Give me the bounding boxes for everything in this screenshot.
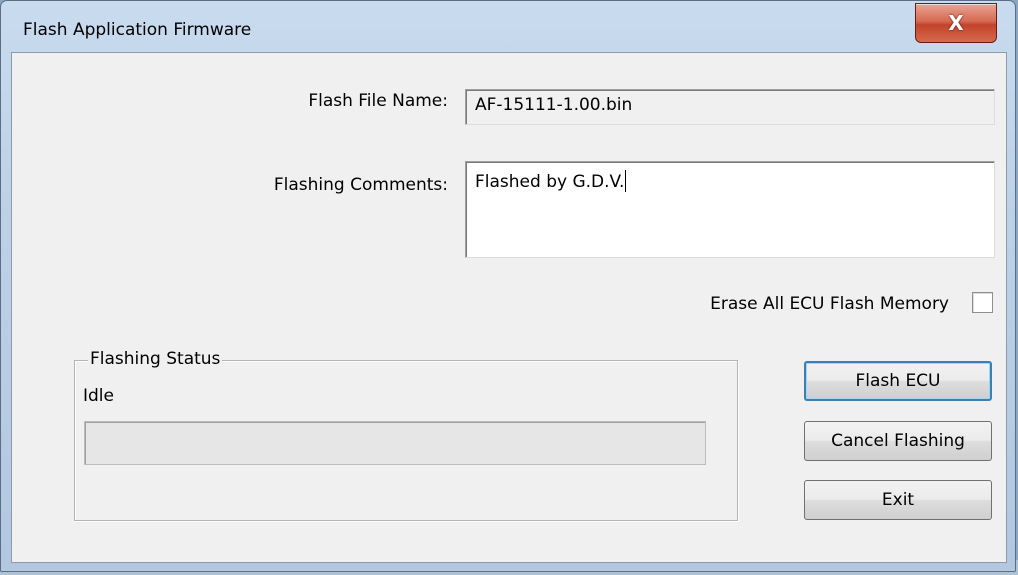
dialog-client-area: Flash File Name: AF-15111-1.00.bin Flash… xyxy=(11,52,1007,563)
close-button[interactable]: X xyxy=(915,3,997,43)
cancel-flashing-button[interactable]: Cancel Flashing xyxy=(804,421,992,461)
exit-button[interactable]: Exit xyxy=(804,480,992,520)
comments-value: Flashed by G.D.V. xyxy=(475,172,625,192)
close-icon: X xyxy=(948,11,964,35)
text-caret xyxy=(625,170,627,192)
comments-label: Flashing Comments: xyxy=(273,175,448,195)
window-title: Flash Application Firmware xyxy=(23,20,252,40)
comments-textarea[interactable]: Flashed by G.D.V. xyxy=(465,161,995,258)
file-name-field: AF-15111-1.00.bin xyxy=(465,89,995,125)
flash-progress-bar xyxy=(84,421,706,465)
cancel-flashing-label: Cancel Flashing xyxy=(831,431,965,451)
erase-memory-checkbox[interactable] xyxy=(972,292,993,313)
dialog-window: Flash Application Firmware X Flash File … xyxy=(0,0,1016,572)
exit-label: Exit xyxy=(881,490,915,510)
status-text: Idle xyxy=(83,386,114,406)
erase-memory-label: Erase All ECU Flash Memory xyxy=(710,294,949,314)
flash-ecu-label: Flash ECU xyxy=(855,371,941,391)
file-name-label: Flash File Name: xyxy=(308,91,448,111)
flash-ecu-button[interactable]: Flash ECU xyxy=(804,361,992,401)
file-name-value: AF-15111-1.00.bin xyxy=(475,95,633,115)
flashing-status-title: Flashing Status xyxy=(88,349,223,369)
